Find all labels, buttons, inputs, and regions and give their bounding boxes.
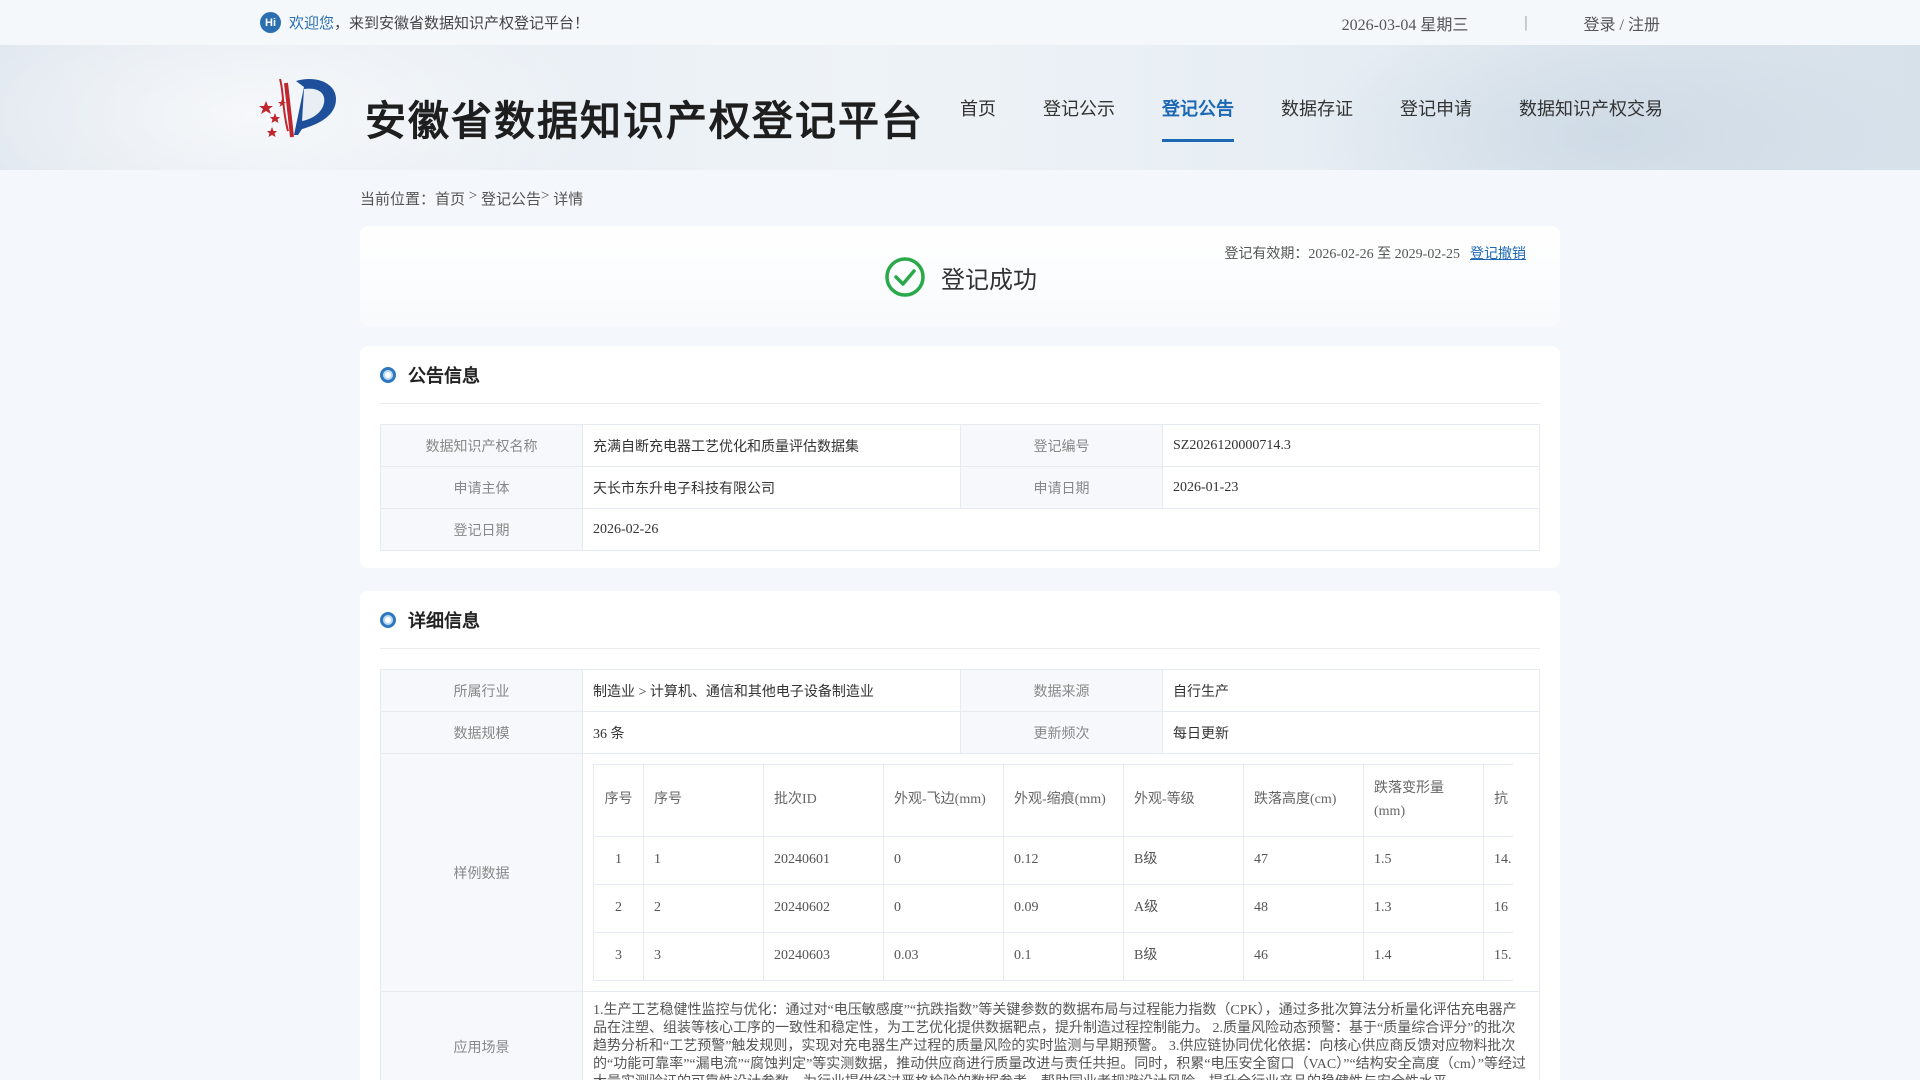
sample-cell: 2 [593, 884, 644, 933]
breadcrumb-separator: > [541, 188, 554, 204]
table-row: 1 1 20240601 0 0.12 B级 47 1.5 14. [593, 836, 1513, 885]
nav-registration-publicity[interactable]: 登记公示 [1043, 45, 1115, 170]
value-industry: 制造业 > 计算机、通信和其他电子设备制造业 [582, 669, 961, 712]
sample-header-cell: 序号 [593, 764, 644, 837]
sample-cell: 46 [1243, 932, 1364, 981]
sample-cell: B级 [1123, 932, 1244, 981]
label-update-frequency: 更新频次 [960, 711, 1163, 754]
table-row: 3 3 20240603 0.03 0.1 B级 46 1.4 15. [593, 932, 1513, 981]
value-ip-name: 充满自断充电器工艺优化和质量评估数据集 [582, 424, 961, 467]
label-reg-code: 登记编号 [960, 424, 1163, 467]
label-reg-date: 登记日期 [380, 508, 583, 551]
value-reg-date: 2026-02-26 [582, 508, 1540, 551]
value-reg-code: SZ2026120000714.3 [1162, 424, 1540, 467]
current-date: 2026-03-04 星期三 [1341, 16, 1469, 34]
sample-cell: B级 [1123, 836, 1244, 885]
breadcrumb-home[interactable]: 首页 [435, 188, 465, 209]
hi-icon: Hi [260, 12, 281, 33]
separator: | [1524, 13, 1528, 31]
sample-cell: 0 [883, 836, 1004, 885]
success-check-icon [885, 257, 925, 297]
sample-cell: 3 [593, 932, 644, 981]
label-apply-date: 申请日期 [960, 466, 1163, 509]
label-applicant: 申请主体 [380, 466, 583, 509]
sample-cell: 14. [1483, 836, 1513, 885]
section-bullet-icon [380, 611, 396, 628]
detail-info-table: 所属行业 制造业 > 计算机、通信和其他电子设备制造业 数据来源 自行生产 数据… [380, 669, 1540, 1080]
sample-data-table: 序号 序号 批次ID 外观-飞边(mm) 外观-缩痕(mm) 外观-等级 跌落高… [593, 764, 1513, 981]
sample-cell: 1.4 [1363, 932, 1484, 981]
value-data-source: 自行生产 [1162, 669, 1540, 712]
breadcrumb-section[interactable]: 登记公告 [481, 188, 541, 209]
sample-header-cell: 批次ID [763, 764, 884, 837]
sample-cell: 0 [883, 884, 1004, 933]
sample-cell: 48 [1243, 884, 1364, 933]
table-row: 2 2 20240602 0 0.09 A级 48 1.3 16 [593, 884, 1513, 933]
sample-header-row: 序号 序号 批次ID 外观-飞边(mm) 外观-缩痕(mm) 外观-等级 跌落高… [593, 764, 1513, 837]
welcome-highlight: 欢迎您 [289, 16, 335, 32]
value-application-scenario: 1.生产工艺稳健性监控与优化：通过对“电压敏感度”“抗跌指数”等关键参数的数据布… [582, 991, 1540, 1080]
sample-cell: 15. [1483, 932, 1513, 981]
breadcrumb-prefix: 当前位置： [360, 192, 436, 208]
breadcrumb: 当前位置： 首页 > 登记公告 > 详情 [360, 188, 583, 209]
sample-cell: 1.3 [1363, 884, 1484, 933]
value-data-scale: 36 条 [582, 711, 961, 754]
nav-registration-notice[interactable]: 登记公告 [1162, 45, 1234, 170]
nav-home[interactable]: 首页 [960, 45, 996, 170]
sample-cell: A级 [1123, 884, 1244, 933]
revoke-registration-link[interactable]: 登记撤销 [1470, 243, 1560, 263]
detail-info-card: 详细信息 所属行业 制造业 > 计算机、通信和其他电子设备制造业 数据来源 自行… [360, 591, 1560, 1080]
label-data-scale: 数据规模 [380, 711, 583, 754]
label-industry: 所属行业 [380, 669, 583, 712]
sample-cell: 16 [1483, 884, 1513, 933]
sample-header-cell: 跌落高度(cm) [1243, 764, 1364, 837]
notice-info-card: 公告信息 数据知识产权名称 充满自断充电器工艺优化和质量评估数据集 登记编号 S… [360, 346, 1560, 568]
sample-cell: 0.03 [883, 932, 1004, 981]
section-title: 公告信息 [408, 365, 480, 387]
sample-cell: 1 [593, 836, 644, 885]
site-title: 安徽省数据知识产权登记平台 [365, 97, 924, 145]
sample-cell: 0.1 [1003, 932, 1124, 981]
validity-period: 登记有效期：2026-02-26 至 2029-02-25 [1224, 247, 1460, 262]
section-bullet-icon [380, 366, 396, 383]
sample-cell: 20240602 [763, 884, 884, 933]
top-bar: Hi 欢迎您 ，来到安徽省数据知识产权登记平台！ 2026-03-04 星期三 … [0, 0, 1920, 45]
sample-cell: 3 [643, 932, 764, 981]
sample-cell: 1 [643, 836, 764, 885]
value-apply-date: 2026-01-23 [1162, 466, 1540, 509]
platform-logo-icon[interactable] [258, 73, 344, 143]
sample-header-cell: 外观-缩痕(mm) [1003, 764, 1124, 837]
nav-ip-trading[interactable]: 数据知识产权交易 [1519, 45, 1663, 170]
section-title: 详细信息 [408, 610, 480, 632]
nav-data-deposit[interactable]: 数据存证 [1281, 45, 1353, 170]
sample-header-cell: 外观-飞边(mm) [883, 764, 1004, 837]
value-update-frequency: 每日更新 [1162, 711, 1540, 754]
status-text: 登记成功 [941, 265, 1037, 294]
sample-cell: 0.09 [1003, 884, 1124, 933]
sample-cell: 47 [1243, 836, 1364, 885]
notice-info-table: 数据知识产权名称 充满自断充电器工艺优化和质量评估数据集 登记编号 SZ2026… [380, 424, 1540, 551]
nav-registration-apply[interactable]: 登记申请 [1400, 45, 1472, 170]
sample-cell: 2 [643, 884, 764, 933]
sample-cell: 20240601 [763, 836, 884, 885]
welcome-text: ，来到安徽省数据知识产权登记平台！ [334, 16, 590, 32]
label-sample-data: 样例数据 [380, 753, 583, 992]
status-card: 登记有效期：2026-02-26 至 2029-02-25 登记撤销 登记成功 [360, 226, 1560, 326]
main-nav: 首页 登记公示 登记公告 数据存证 登记申请 数据知识产权交易 [960, 45, 1663, 170]
sample-header-cell: 外观-等级 [1123, 764, 1244, 837]
sample-cell: 20240603 [763, 932, 884, 981]
sample-cell: 0.12 [1003, 836, 1124, 885]
label-application-scenario: 应用场景 [380, 991, 583, 1080]
login-register-link[interactable]: 登录 / 注册 [1584, 11, 1660, 35]
breadcrumb-current: 详情 [553, 192, 584, 208]
label-data-source: 数据来源 [960, 669, 1163, 712]
sample-cell: 1.5 [1363, 836, 1484, 885]
sample-header-cell: 序号 [643, 764, 764, 837]
sample-header-cell: 抗 [1483, 764, 1513, 837]
label-ip-name: 数据知识产权名称 [380, 424, 583, 467]
sample-header-cell: 跌落变形量(mm) [1363, 764, 1484, 837]
breadcrumb-separator: > [465, 188, 481, 204]
value-applicant: 天长市东升电子科技有限公司 [582, 466, 961, 509]
sample-table-scroll[interactable]: 序号 序号 批次ID 外观-飞边(mm) 外观-缩痕(mm) 外观-等级 跌落高… [593, 764, 1513, 981]
